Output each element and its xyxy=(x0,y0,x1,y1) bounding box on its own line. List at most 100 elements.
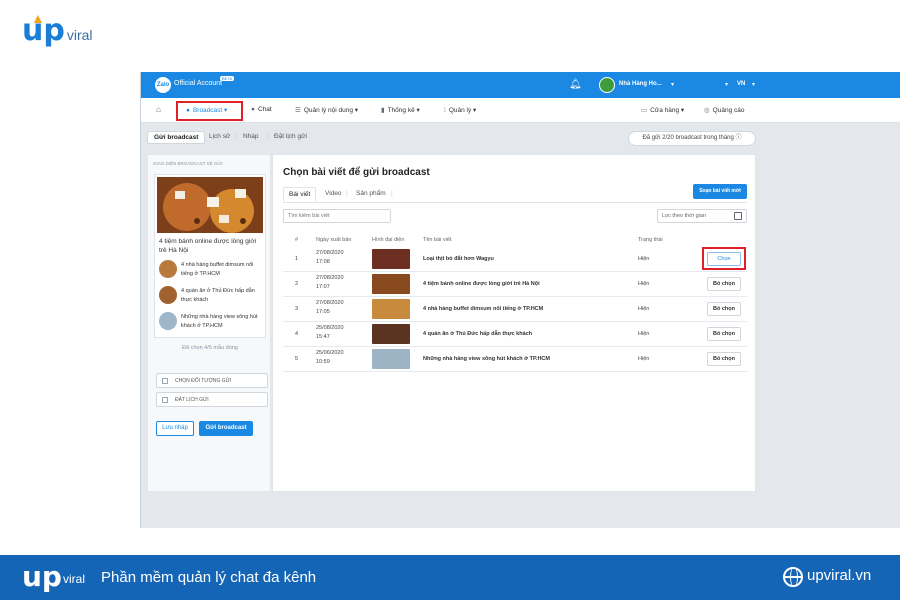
row-date: 25/08/2020 xyxy=(316,325,344,331)
row-number: 3 xyxy=(295,306,299,312)
nav-store-label: Cửa hàng xyxy=(650,107,680,114)
tab-articles[interactable]: Bài viết xyxy=(283,187,317,202)
select-audience-checkbox[interactable]: CHỌN ĐỐI TƯỢNG GỬI xyxy=(156,373,268,388)
zalo-oa-window: Zalo Official Account BETA 🔔︎ Nhà Hàng H… xyxy=(140,72,900,528)
account-name[interactable]: Nhà Hàng Ho... xyxy=(619,81,662,87)
footer-website[interactable]: upviral.vn xyxy=(807,567,871,584)
chat-icon: ● xyxy=(251,106,255,113)
checkbox-icon[interactable] xyxy=(162,378,168,384)
globe-icon xyxy=(783,567,803,587)
table-row[interactable]: 5 25/06/2020 10:59 Những nhà hàng view s… xyxy=(283,347,747,372)
time-filter[interactable]: Lọc theo thời gian xyxy=(657,209,747,223)
table-row[interactable]: 2 27/08/2020 17:07 4 tiệm bánh online đư… xyxy=(283,272,747,297)
preview-title: GIAO DIỆN BROADCAST SẼ GỬI xyxy=(153,161,223,166)
broadcast-preview-panel: GIAO DIỆN BROADCAST SẼ GỬI 4 tiệm bánh o… xyxy=(147,154,271,492)
table-row[interactable]: 3 27/08/2020 17:05 4 nhà hàng buffet dim… xyxy=(283,297,747,322)
page: up viral ▲ Zalo Official Account BETA 🔔︎… xyxy=(0,0,900,600)
nav-manage-label: Quản lý xyxy=(448,107,472,114)
help-icon[interactable]: ⓘ xyxy=(736,135,742,141)
row-time: 15:47 xyxy=(316,334,330,340)
preview-image-graphic xyxy=(157,177,263,233)
tab-history[interactable]: Lịch sử xyxy=(209,133,230,140)
row-time: 17:07 xyxy=(316,284,330,290)
row-status: Hiện xyxy=(638,281,650,287)
row-status: Hiện xyxy=(638,356,650,362)
row-title[interactable]: Loại thịt bò đắt hơn Wagyu xyxy=(423,256,494,262)
table-row[interactable]: 1 27/08/2020 17:08 Loại thịt bò đắt hơn … xyxy=(283,247,747,272)
row-number: 2 xyxy=(295,281,299,287)
tab-scheduled[interactable]: Đặt lịch gửi xyxy=(274,133,307,140)
zalo-logo-icon[interactable]: Zalo xyxy=(155,77,171,93)
tab-videos[interactable]: Video xyxy=(325,190,342,197)
bell-icon[interactable]: 🔔︎ xyxy=(569,79,582,90)
preview-sub-item: Những nhà hàng view sông hút khách ở TP.… xyxy=(159,311,263,333)
language-select[interactable]: VN xyxy=(737,81,745,87)
nav-stats-label: Thống kê xyxy=(387,107,415,114)
tab-drafts[interactable]: Nháp xyxy=(243,133,259,140)
chevron-down-icon[interactable]: ▾ xyxy=(671,81,674,88)
nav-item-chat[interactable]: ● Chat xyxy=(251,106,272,113)
footer-logo: up xyxy=(22,560,62,593)
list-icon: ☰ xyxy=(295,107,301,114)
tab-products[interactable]: Sản phẩm xyxy=(356,190,386,197)
grid-icon: ⁞ xyxy=(444,107,446,114)
home-icon[interactable]: ⌂ xyxy=(156,105,161,114)
row-number: 4 xyxy=(295,331,299,337)
sub-tabs: Gửi broadcast Lịch sử | Nháp | Đặt lịch … xyxy=(141,123,900,153)
row-time: 10:59 xyxy=(316,359,330,365)
article-select-panel: Chọn bài viết để gửi broadcast Bài viết … xyxy=(272,154,756,492)
app-name: Official Account xyxy=(174,80,223,87)
preview-sub-thumb xyxy=(159,312,177,330)
row-title[interactable]: Những nhà hàng view sông hút khách ở TP.… xyxy=(423,356,550,362)
compose-article-button[interactable]: Soạn bài viết mới xyxy=(693,184,747,199)
row-title[interactable]: 4 tiệm bánh online được lòng giới trẻ Hà… xyxy=(423,281,540,287)
row-time: 17:08 xyxy=(316,259,330,265)
save-draft-button[interactable]: Lưu nháp xyxy=(156,421,194,436)
send-broadcast-button[interactable]: Gửi broadcast xyxy=(199,421,253,436)
deselect-button[interactable]: Bỏ chọn xyxy=(707,352,741,366)
col-publish-date: Ngày xuất bản xyxy=(316,237,352,243)
row-date: 27/08/2020 xyxy=(316,250,344,256)
preview-sub-thumb xyxy=(159,260,177,278)
select-audience-label: CHỌN ĐỐI TƯỢNG GỬI xyxy=(175,378,232,384)
row-title[interactable]: 4 nhà hàng buffet dimsum nổi tiếng ở TP.… xyxy=(423,306,543,312)
account-avatar[interactable] xyxy=(599,77,615,93)
deselect-button[interactable]: Bỏ chọn xyxy=(707,277,741,291)
row-thumbnail xyxy=(372,299,410,319)
nav-item-content[interactable]: ☰ Quản lý nội dung ▾ xyxy=(295,106,358,114)
tab-divider: | xyxy=(236,133,238,140)
nav-item-store[interactable]: ▭ Cửa hàng ▾ xyxy=(641,106,684,114)
footer-logo-viral: viral xyxy=(63,572,86,586)
store-icon: ▭ xyxy=(641,107,648,114)
row-thumbnail xyxy=(372,324,410,344)
nav-item-manage[interactable]: ⁞ Quản lý ▾ xyxy=(444,106,476,114)
row-thumbnail xyxy=(372,274,410,294)
selected-count: Đã chọn 4/5 mẫu dùng xyxy=(182,345,238,351)
row-number: 1 xyxy=(295,256,299,262)
brand-arrow-icon: ▲ xyxy=(31,10,45,26)
row-thumbnail xyxy=(372,349,410,369)
deselect-button[interactable]: Bỏ chọn xyxy=(707,327,741,341)
schedule-label: ĐẶT LỊCH GỬI xyxy=(175,397,209,403)
tab-send-broadcast[interactable]: Gửi broadcast xyxy=(147,131,206,144)
col-number: # xyxy=(295,237,299,243)
nav-item-stats[interactable]: ▮ Thống kê ▾ xyxy=(381,106,420,114)
chevron-down-icon[interactable]: ▾ xyxy=(752,81,755,88)
beta-badge: BETA xyxy=(220,76,235,81)
tab-divider: | xyxy=(391,190,393,197)
nav-item-ads[interactable]: ◎ Quảng cáo xyxy=(704,106,744,114)
tab-divider: | xyxy=(346,190,348,197)
panel-title: Chọn bài viết để gửi broadcast xyxy=(283,167,430,178)
calendar-icon[interactable] xyxy=(734,212,742,220)
row-title[interactable]: 4 quán ăn ở Thủ Đức hấp dẫn thực khách xyxy=(423,331,532,337)
deselect-button[interactable]: Bỏ chọn xyxy=(707,302,741,316)
preview-sub-item: 4 quán ăn ở Thủ Đức hấp dẫn thực khách xyxy=(159,285,263,307)
schedule-checkbox[interactable]: ĐẶT LỊCH GỬI xyxy=(156,392,268,407)
preview-sub-item: 4 nhà hàng buffet dimsum nổi tiếng ở TP.… xyxy=(159,259,263,281)
table-row[interactable]: 4 25/08/2020 15:47 4 quán ăn ở Thủ Đức h… xyxy=(283,322,747,347)
checkbox-icon[interactable] xyxy=(162,397,168,403)
article-search-input[interactable] xyxy=(283,209,391,223)
footer-tagline: Phần mềm quản lý chat đa kênh xyxy=(101,569,317,586)
brand-logo-viral: viral xyxy=(66,27,93,43)
chevron-down-icon[interactable]: ▾ xyxy=(725,81,728,88)
